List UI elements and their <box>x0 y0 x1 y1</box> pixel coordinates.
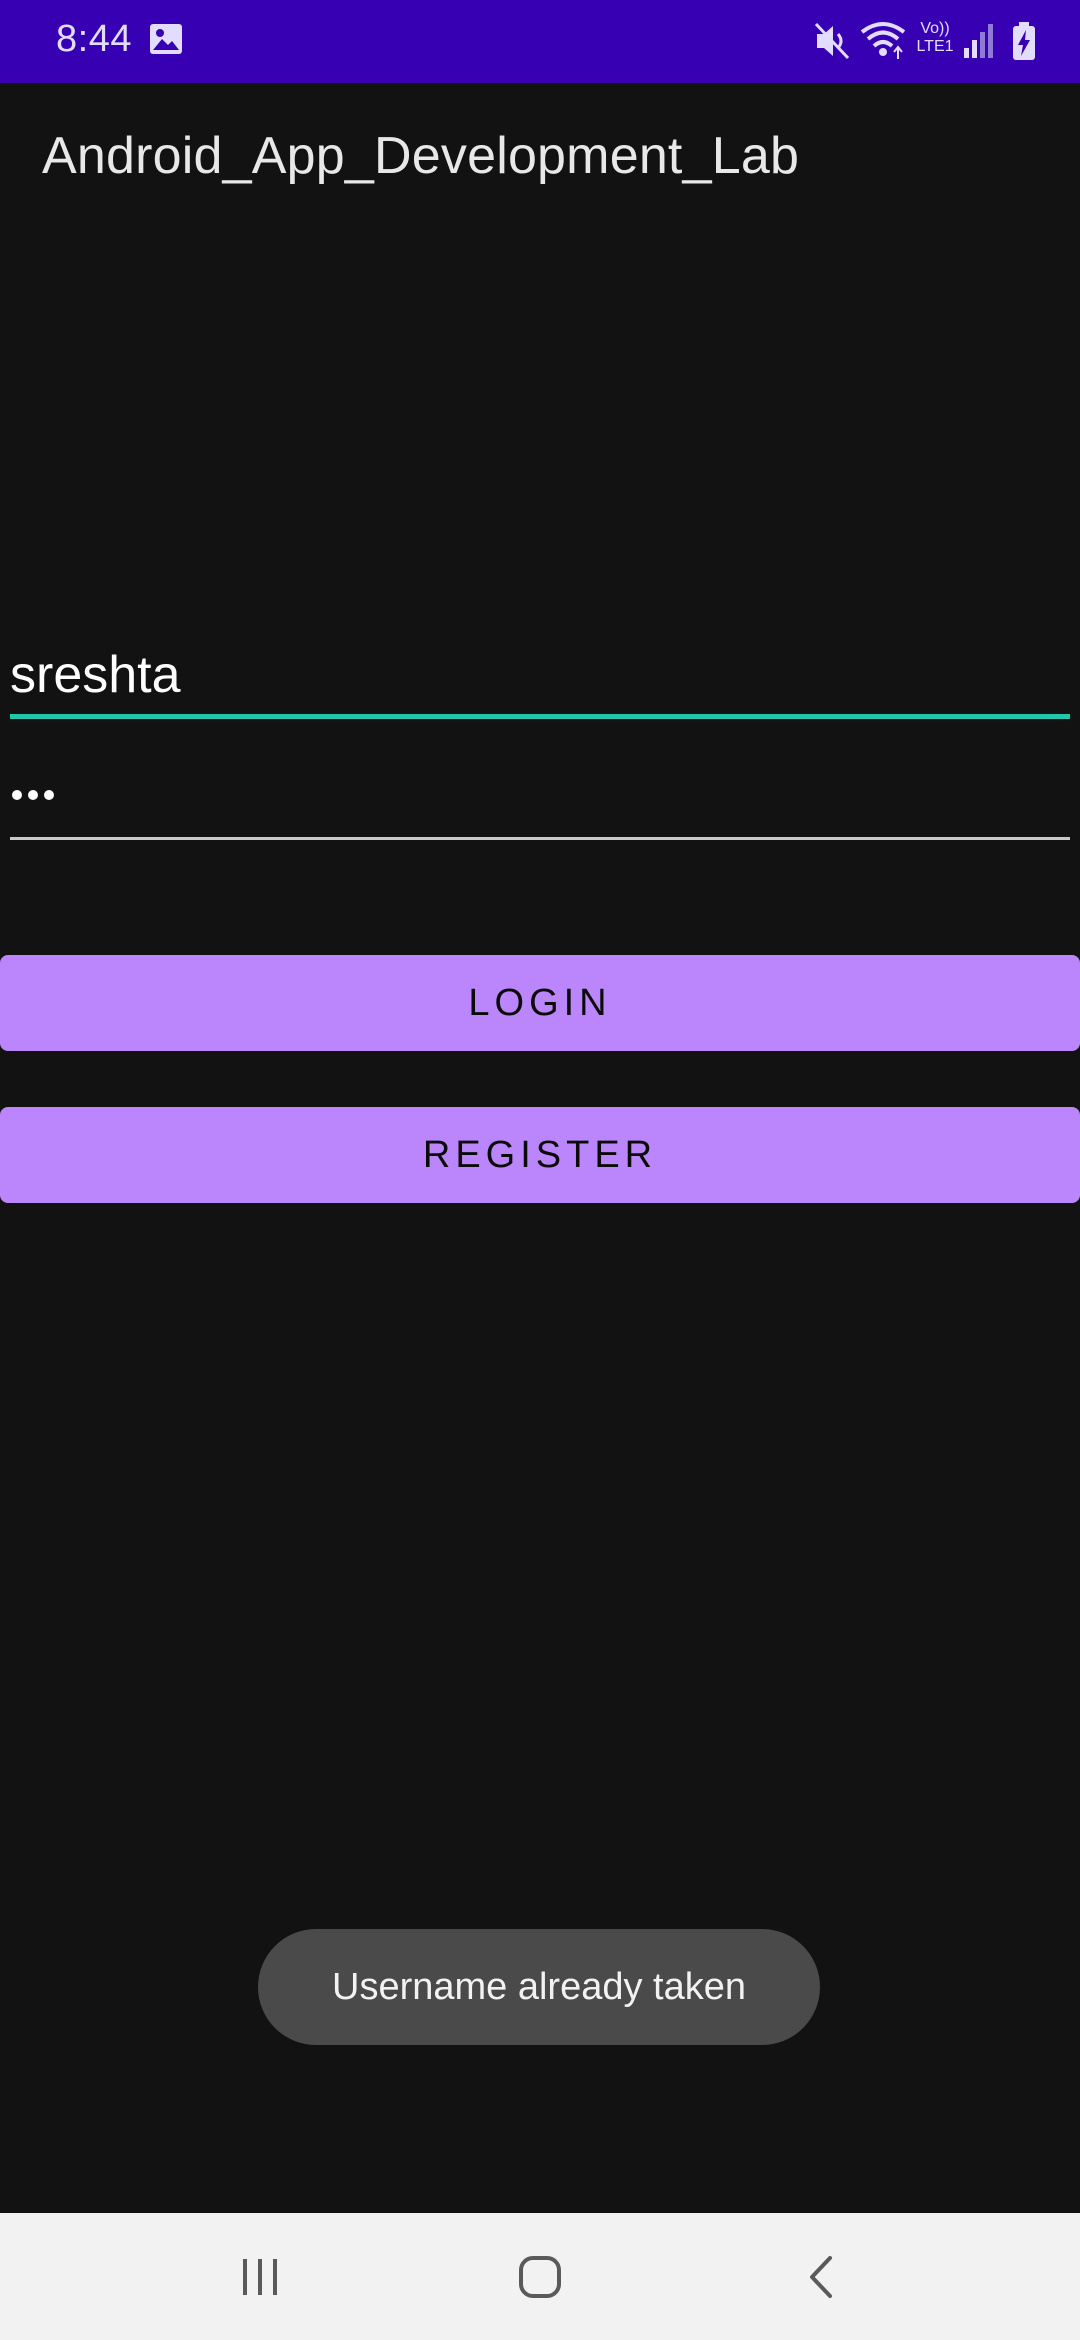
app-screen: 8:44 Vo)) LTE1 Android_App_Development_L… <box>0 0 1080 2340</box>
password-dot <box>44 790 54 800</box>
gallery-icon <box>150 24 182 54</box>
recents-button[interactable] <box>180 2213 340 2340</box>
back-icon <box>810 2255 832 2298</box>
signal-icon <box>964 24 993 58</box>
mute-icon <box>814 22 850 60</box>
status-icons: Vo)) LTE1 <box>814 18 1044 64</box>
navigation-bar <box>0 2213 1080 2340</box>
password-dot <box>12 790 22 800</box>
register-button-label: REGISTER <box>422 1133 658 1176</box>
back-button[interactable] <box>742 2213 902 2340</box>
wifi-icon <box>860 22 906 59</box>
password-field[interactable] <box>10 762 1070 842</box>
password-mask <box>12 790 54 800</box>
toast-text: Username already taken <box>332 1965 746 2008</box>
toast-message: Username already taken <box>258 1929 820 2045</box>
login-button[interactable]: LOGIN <box>0 955 1080 1051</box>
password-dot <box>28 790 38 800</box>
username-underline <box>10 714 1070 719</box>
volte-label: Vo)) <box>920 20 950 37</box>
battery-charging-icon <box>1013 22 1035 60</box>
lte-label: LTE1 <box>916 38 954 55</box>
home-button[interactable] <box>460 2213 620 2340</box>
status-bar: 8:44 Vo)) LTE1 <box>0 0 1080 83</box>
volte-lte-icon: Vo)) LTE1 <box>912 20 958 56</box>
login-button-label: LOGIN <box>468 981 612 1024</box>
status-time: 8:44 <box>56 18 132 60</box>
username-input[interactable] <box>10 640 1070 710</box>
recents-icon <box>243 2258 277 2295</box>
home-icon <box>519 2255 561 2298</box>
app-title: Android_App_Development_Lab <box>42 127 800 185</box>
register-button[interactable]: REGISTER <box>0 1107 1080 1203</box>
username-field[interactable] <box>10 640 1070 720</box>
password-underline <box>10 837 1070 840</box>
